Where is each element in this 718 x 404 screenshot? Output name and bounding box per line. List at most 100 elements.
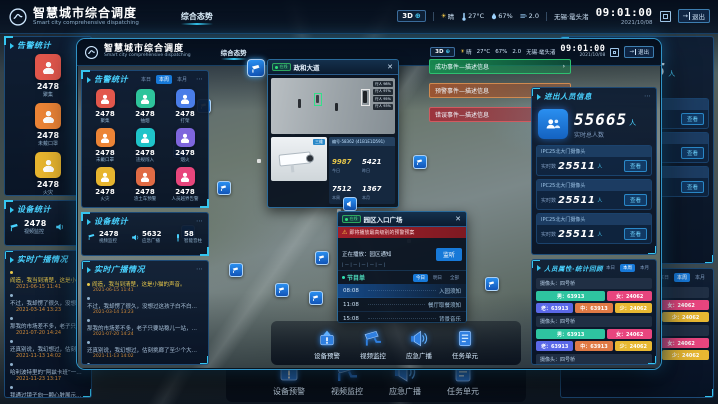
camera-marker[interactable] xyxy=(229,263,243,277)
listen-button[interactable]: 监听 xyxy=(436,248,462,261)
truck-icon xyxy=(136,167,155,186)
schedule-row[interactable]: 11:08餐厅取餐须知 xyxy=(338,298,466,312)
pill-male: 男：63913 xyxy=(536,329,605,339)
pill-middle: 中：63913 xyxy=(575,303,612,313)
detection-bbox xyxy=(361,89,370,106)
exit-button[interactable]: →退出 xyxy=(624,46,654,58)
tab-day[interactable]: 本日 xyxy=(138,75,154,84)
camera-info-card: 三维 编号-58362 (41B1E1D591) 9987今日 5421昨日 7… xyxy=(271,137,395,204)
more-icon[interactable]: ⋯ xyxy=(644,93,651,100)
dock-task-unit[interactable]: 任务单元 xyxy=(452,329,478,360)
tab-overview[interactable]: 综合态势 xyxy=(221,47,247,57)
dock-broadcast[interactable]: 应急广播 xyxy=(406,329,432,360)
speaker-icon xyxy=(55,222,65,232)
alarm-tile[interactable]: 2478打架 xyxy=(165,89,205,124)
exit-icon: → xyxy=(629,49,636,55)
broadcast-item[interactable]: 还真别说，我幻想过，估刻挑廊了至少个大设置模造…2021-11-13 14:02 xyxy=(82,338,208,360)
camera-marker[interactable] xyxy=(275,283,289,297)
window-dock: 设备预警 视频监控 应急广播 任务单元 xyxy=(271,321,521,365)
alarm-tile[interactable]: 2478渣土车预警 xyxy=(125,167,165,202)
3d-mode-toggle[interactable]: 3D⊕ xyxy=(430,47,455,57)
panel-title: 实时广播情况 xyxy=(94,264,145,275)
view-button[interactable]: 查看 xyxy=(681,147,704,159)
pill-male: 男：63913 xyxy=(536,291,605,301)
dispatch-window: 智慧城市综合调度 Smart city comprehensive dispat… xyxy=(76,38,662,370)
close-icon[interactable]: ✕ xyxy=(454,216,462,223)
broadcast-item[interactable]: 我通过镜子向一颗心脏展示一番好不可言的磨缝视频…2021-11-19 15:48 xyxy=(5,383,91,398)
tab-week[interactable]: 本周 xyxy=(620,264,635,272)
more-icon[interactable]: ⋯ xyxy=(196,76,203,83)
brand: 智慧城市综合调度 Smart city comprehensive dispat… xyxy=(8,7,139,27)
tab-month[interactable]: 本月 xyxy=(637,264,652,272)
fullscreen-icon[interactable] xyxy=(660,11,671,22)
pill-young: 少：24062 xyxy=(662,350,709,360)
dock-video-monitor[interactable]: 视频监控 xyxy=(360,329,386,360)
fullscreen-icon[interactable] xyxy=(610,48,619,57)
camera-icon xyxy=(88,233,97,241)
tab-month[interactable]: 本月 xyxy=(692,273,708,282)
broadcast-item[interactable]: 阎造，我当到清楚，这是小猫的声音。2021-06-15 11:41 xyxy=(82,278,208,294)
alarm-tile[interactable]: 2478未戴口罩 xyxy=(85,128,125,163)
smoking-icon xyxy=(136,89,155,108)
dock-device-alert[interactable]: 设备预警 xyxy=(314,329,340,360)
more-icon[interactable]: ⋯ xyxy=(196,218,203,225)
tab-day[interactable]: 本日 xyxy=(603,264,618,272)
video-feed[interactable]: 行人 98% 行人 97% 行人 95% 行人 93% xyxy=(271,78,395,134)
alarm-tile[interactable]: 2478违规闯入 xyxy=(125,128,165,163)
title-marker xyxy=(10,207,14,213)
pole-speaker-icon xyxy=(174,233,182,242)
alarm-tile[interactable]: 2478人员越界告警 xyxy=(165,167,205,202)
schedule-tab-all[interactable]: 全部 xyxy=(447,274,462,282)
alarm-tile[interactable]: 2478聚集 xyxy=(85,89,125,124)
camera-marker[interactable] xyxy=(217,181,231,195)
3d-view-badge[interactable]: 三维 xyxy=(313,139,325,145)
tab-overview[interactable]: 综合态势 xyxy=(181,11,213,22)
toast-success[interactable]: 成功事件—描述信息› xyxy=(429,59,571,74)
globe-icon: ⊕ xyxy=(415,12,421,20)
schedule-row[interactable]: 08:08入园须知 xyxy=(338,284,466,298)
view-button[interactable]: 查看 xyxy=(624,194,647,206)
pill-young: 少：24062 xyxy=(615,341,652,351)
view-button[interactable]: 查看 xyxy=(624,160,647,172)
view-button[interactable]: 查看 xyxy=(681,113,704,125)
pill-middle: 中：63913 xyxy=(575,341,612,351)
panel-title: 设备统计 xyxy=(17,204,51,215)
alarm-tile[interactable]: 2478抽烟 xyxy=(125,89,165,124)
alarm-tile[interactable]: 2478烟火 xyxy=(165,128,205,163)
broadcast-popup-title: 园区入口广场 xyxy=(364,214,403,224)
view-button[interactable]: 查看 xyxy=(681,181,704,193)
view-button[interactable]: 查看 xyxy=(624,228,647,240)
stat-label: 视频监控 xyxy=(24,228,46,235)
close-icon[interactable]: ✕ xyxy=(386,64,394,71)
camera-marker[interactable] xyxy=(413,155,427,169)
alarm-tile[interactable]: 2478火灾 xyxy=(85,167,125,202)
device-stat: 5632应急广播 xyxy=(131,230,161,244)
more-icon[interactable]: ⋯ xyxy=(196,266,203,273)
boundary-icon xyxy=(176,167,195,186)
camera-marker[interactable] xyxy=(315,251,329,265)
alarm-panel: 告警统计 本日 本周 本月 ⋯ 2478聚集 2478抽烟 2478打架 247… xyxy=(81,70,209,208)
camera-marker[interactable] xyxy=(485,277,499,291)
exit-button[interactable]: → 退出 xyxy=(678,9,710,23)
title-marker xyxy=(87,267,91,273)
progress-ticks[interactable]: |—|—|—|—|—| xyxy=(342,262,392,267)
camera-marker[interactable] xyxy=(309,291,323,305)
3d-mode-toggle[interactable]: 3D ⊕ xyxy=(397,10,426,22)
title-marker xyxy=(10,257,14,263)
detection-list: 行人 98% 行人 97% 行人 95% 行人 93% xyxy=(373,81,393,110)
broadcast-item[interactable]: 不过，我却愣了很久，没想过这孩子白不白的问题？2021-03-14 13:23 xyxy=(82,294,208,316)
intrusion-icon xyxy=(136,128,155,147)
broadcast-item[interactable]: 哈利波特里的“阿兹卡班”一会自己发行的圣诞，整个…2021-11-23 13:1… xyxy=(82,360,208,365)
schedule-tab-tomorrow[interactable]: 明日 xyxy=(430,274,445,282)
tab-week[interactable]: 本周 xyxy=(156,75,172,84)
schedule-tab-today[interactable]: 今日 xyxy=(413,274,428,282)
humidity: 67% xyxy=(491,12,512,20)
broadcast-marker[interactable] xyxy=(343,197,357,211)
attribute-group: 摄像头：四号桥 男：63913女：24062 老：63913中：63913少：2… xyxy=(536,278,652,313)
broadcast-item[interactable]: 那我的市场差不多，老子只要站稳儿一站，工要之气每…2021-07-20 14:2… xyxy=(82,316,208,338)
selected-camera-marker[interactable] xyxy=(247,59,265,77)
online-badge: 在线 xyxy=(342,215,361,223)
tab-month[interactable]: 本月 xyxy=(174,75,190,84)
tab-week[interactable]: 本周 xyxy=(674,273,690,282)
wind: 2.0 xyxy=(512,49,521,55)
